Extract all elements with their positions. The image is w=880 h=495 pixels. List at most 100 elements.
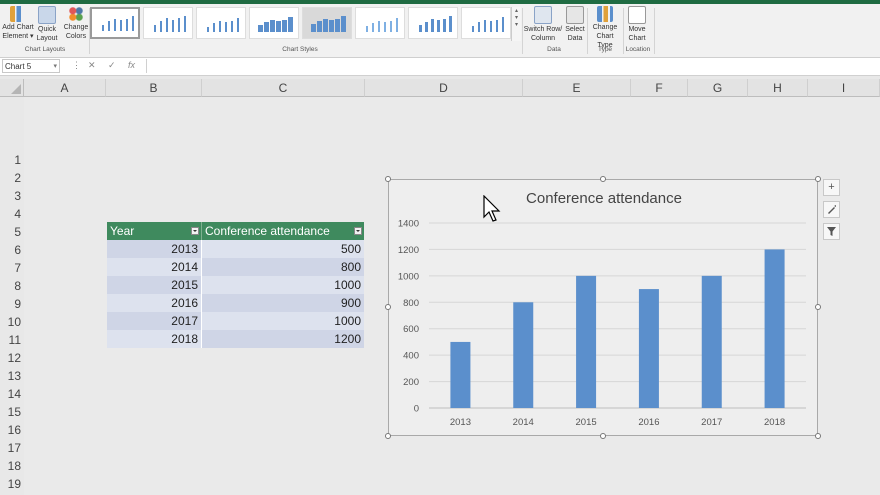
column-header-e[interactable]: E: [523, 79, 631, 97]
table-cell-attendance[interactable]: 1200: [201, 330, 364, 348]
chart-style-3[interactable]: [196, 7, 246, 39]
resize-handle[interactable]: [385, 304, 391, 310]
table-cell-year[interactable]: 2014: [107, 258, 201, 276]
chart-styles-gallery[interactable]: [90, 7, 511, 41]
table-cell-attendance[interactable]: 1000: [201, 312, 364, 330]
chart-style-8[interactable]: [461, 7, 511, 39]
column-chart: 0 200 400 600 800 1000 1200 1400 2013 2014 2015 201…: [398, 219, 806, 428]
table-cell-year[interactable]: 2013: [107, 240, 201, 258]
table-cell-year[interactable]: 2018: [107, 330, 201, 348]
table-cell-attendance[interactable]: 1000: [201, 276, 364, 294]
row-header-17[interactable]: 17: [0, 439, 24, 457]
row-header-16[interactable]: 16: [0, 421, 24, 439]
filter-icon: [827, 227, 836, 236]
mouse-pointer-icon: [483, 195, 501, 222]
column-header-h[interactable]: H: [748, 79, 808, 97]
row-header-4[interactable]: 4: [0, 205, 24, 223]
add-chart-element-icon: [10, 6, 26, 22]
row-header-5[interactable]: 5: [0, 223, 24, 241]
row-header-2[interactable]: 2: [0, 169, 24, 187]
switch-row-column-button[interactable]: Switch Row/ Column: [522, 6, 564, 43]
table-cell-year[interactable]: 2016: [107, 294, 201, 312]
select-all-corner[interactable]: [0, 79, 24, 97]
row-header-10[interactable]: 10: [0, 313, 24, 331]
filter-dropdown-icon[interactable]: [191, 227, 199, 235]
resize-handle[interactable]: [600, 176, 606, 182]
resize-handle[interactable]: [600, 433, 606, 439]
bar-2018[interactable]: [764, 249, 785, 408]
name-box[interactable]: Chart 5 ▾: [2, 59, 60, 73]
row-header-9[interactable]: 9: [0, 295, 24, 313]
x-tick-label: 2017: [701, 417, 722, 428]
move-chart-button[interactable]: Move Chart: [624, 6, 650, 43]
x-tick-label: 2016: [638, 417, 659, 428]
chart-style-7[interactable]: [408, 7, 458, 39]
column-header-i[interactable]: I: [808, 79, 880, 97]
resize-handle[interactable]: [815, 176, 821, 182]
table-cell-attendance[interactable]: 800: [201, 258, 364, 276]
column-header-g[interactable]: G: [688, 79, 748, 97]
row-header-19[interactable]: 19: [0, 475, 24, 493]
change-colors-button[interactable]: Change Colors: [62, 6, 90, 41]
bar-2013[interactable]: [450, 341, 471, 408]
resize-handle[interactable]: [815, 433, 821, 439]
x-tick-label: 2015: [576, 417, 597, 428]
insert-function-icon[interactable]: fx: [128, 60, 135, 70]
formula-input[interactable]: [146, 59, 877, 73]
column-header-a[interactable]: A: [24, 79, 106, 97]
chart-style-5[interactable]: [302, 7, 352, 39]
chart-layouts-group-label: Chart Layouts: [24, 46, 66, 53]
table-cell-attendance[interactable]: 500: [201, 240, 364, 258]
row-header-15[interactable]: 15: [0, 403, 24, 421]
chart-style-6[interactable]: [355, 7, 405, 39]
row-header-6[interactable]: 6: [0, 241, 24, 259]
x-tick-label: 2018: [764, 417, 785, 428]
add-chart-element-button[interactable]: Add Chart Element ▾: [0, 6, 36, 41]
chart-filters-button[interactable]: [823, 223, 840, 240]
table-cell-attendance[interactable]: 900: [201, 294, 364, 312]
formula-bar: Chart 5 ▾ ⋮ ✕ ✓ fx: [0, 58, 880, 76]
row-header-7[interactable]: 7: [0, 259, 24, 277]
quick-layout-button[interactable]: Quick Layout: [36, 6, 58, 43]
select-data-icon: [566, 6, 584, 24]
row-header-1[interactable]: 1: [0, 151, 24, 169]
location-group-label: Location: [625, 46, 651, 53]
y-tick-label: 1400: [398, 219, 419, 230]
row-header-12[interactable]: 12: [0, 349, 24, 367]
gallery-scroll[interactable]: ▴ ▾ ▾: [511, 7, 521, 41]
chart-style-2[interactable]: [143, 7, 193, 39]
row-header-8[interactable]: 8: [0, 277, 24, 295]
resize-handle[interactable]: [385, 433, 391, 439]
resize-handle[interactable]: [385, 176, 391, 182]
bar-2015[interactable]: [576, 275, 597, 408]
change-chart-type-icon: [597, 6, 613, 22]
table-cell-year[interactable]: 2015: [107, 276, 201, 294]
resize-handle[interactable]: [815, 304, 821, 310]
row-header-3[interactable]: 3: [0, 187, 24, 205]
table-header-attendance[interactable]: Conference attendance: [201, 222, 364, 240]
row-header-11[interactable]: 11: [0, 331, 24, 349]
bar-2016[interactable]: [638, 289, 659, 408]
column-header-f[interactable]: F: [631, 79, 688, 97]
select-data-button[interactable]: Select Data: [564, 6, 586, 43]
filter-dropdown-icon[interactable]: [354, 227, 362, 235]
row-header-14[interactable]: 14: [0, 385, 24, 403]
column-header-b[interactable]: B: [106, 79, 202, 97]
bar-2017[interactable]: [701, 275, 722, 408]
change-chart-type-button[interactable]: Change Chart Type: [588, 6, 622, 50]
chart-style-4[interactable]: [249, 7, 299, 39]
cancel-icon[interactable]: ✕: [88, 60, 96, 71]
chart-elements-button[interactable]: +: [823, 179, 840, 196]
row-header-13[interactable]: 13: [0, 367, 24, 385]
chart-style-1[interactable]: [90, 7, 140, 39]
bar-2014[interactable]: [513, 302, 534, 408]
table-header-year[interactable]: Year: [107, 222, 201, 240]
y-tick-label: 400: [403, 351, 419, 362]
enter-icon[interactable]: ✓: [108, 60, 116, 71]
table-cell-year[interactable]: 2017: [107, 312, 201, 330]
row-header-18[interactable]: 18: [0, 457, 24, 475]
column-header-d[interactable]: D: [365, 79, 523, 97]
chart-area[interactable]: Conference attendance 0 200 400 600 800 1000 1…: [388, 179, 818, 436]
column-header-c[interactable]: C: [202, 79, 365, 97]
chart-styles-button[interactable]: [823, 201, 840, 218]
